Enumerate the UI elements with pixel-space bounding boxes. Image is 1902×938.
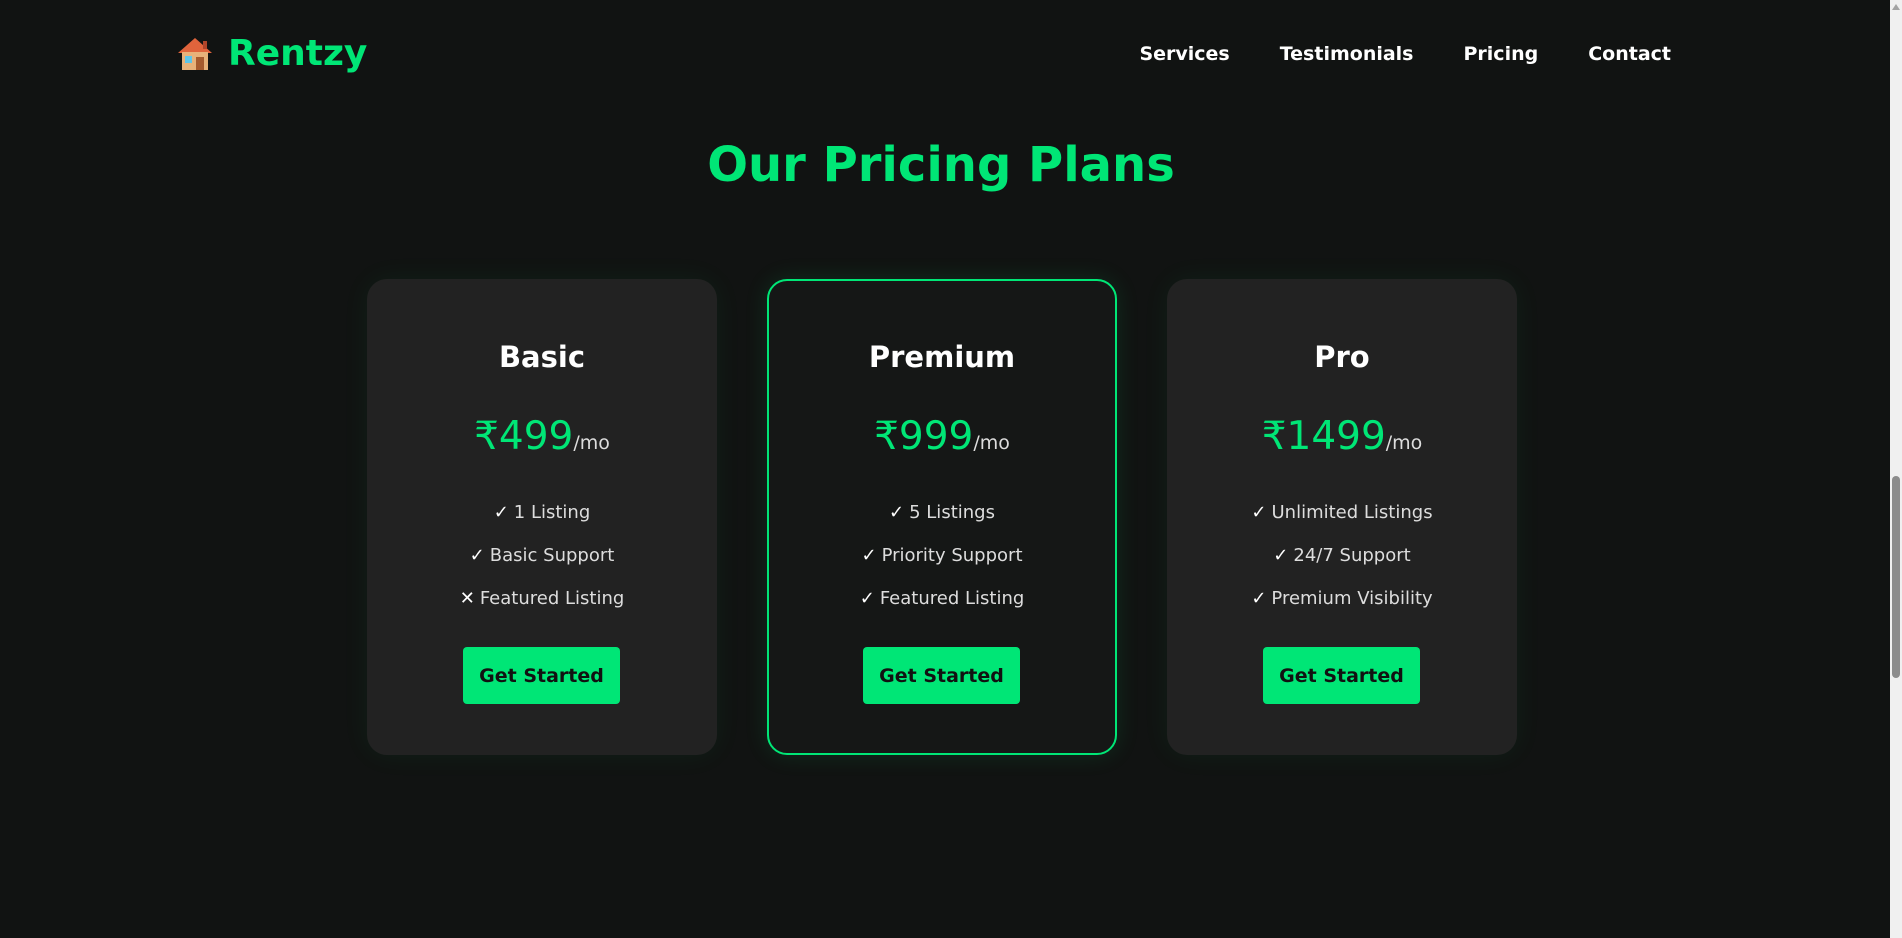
feature-item: ✓ 24/7 Support <box>1167 534 1517 577</box>
plan-card-pro: Pro ₹1499/mo ✓ Unlimited Listings ✓ 24/7 S… <box>1167 279 1517 755</box>
plan-price: ₹999 <box>874 414 974 459</box>
plan-period: /mo <box>1385 432 1423 454</box>
scrollbar-thumb[interactable] <box>1892 476 1900 678</box>
cross-icon: ✕ <box>459 588 475 609</box>
feature-item: ✓ Unlimited Listings <box>1167 491 1517 534</box>
plan-price: ₹1499 <box>1261 414 1386 459</box>
check-icon: ✓ <box>493 502 509 523</box>
feature-item: ✓ Featured Listing <box>769 577 1115 620</box>
pricing-cards: Basic ₹499/mo ✓ 1 Listing ✓ Basic Support … <box>367 279 1517 755</box>
get-started-button-basic[interactable]: Get Started <box>463 647 620 704</box>
plan-name: Premium <box>868 340 1016 374</box>
check-icon: ✓ <box>889 502 905 523</box>
navbar: Rentzy Services Testimonials Pricing Con… <box>0 0 1890 108</box>
feature-item: ✓ Basic Support <box>367 534 717 577</box>
page: Rentzy Services Testimonials Pricing Con… <box>0 0 1902 938</box>
feature-text: Basic Support <box>489 545 615 566</box>
get-started-button-premium[interactable]: Get Started <box>863 647 1020 704</box>
feature-item: ✓ 1 Listing <box>367 491 717 534</box>
house-icon <box>176 35 214 73</box>
check-icon: ✓ <box>469 545 485 566</box>
plan-price: ₹499 <box>474 414 574 459</box>
vertical-scrollbar[interactable] <box>1890 0 1902 938</box>
feature-text: Unlimited Listings <box>1271 502 1433 523</box>
get-started-button-pro[interactable]: Get Started <box>1263 647 1420 704</box>
scroll-up-arrow-icon[interactable] <box>1892 4 1900 10</box>
feature-item: ✓ Premium Visibility <box>1167 577 1517 620</box>
price-row: ₹999/mo <box>769 411 1115 470</box>
check-icon: ✓ <box>1251 502 1267 523</box>
feature-text: Premium Visibility <box>1271 588 1433 609</box>
plan-period: /mo <box>973 432 1010 454</box>
plan-period: /mo <box>573 432 610 454</box>
feature-item: ✓ 5 Listings <box>769 491 1115 534</box>
plan-name: Pro <box>1314 340 1370 374</box>
feature-item: ✓ Priority Support <box>769 534 1115 577</box>
feature-text: Featured Listing <box>479 588 625 609</box>
section-title: Our Pricing Plans <box>707 137 1175 193</box>
check-icon: ✓ <box>1251 588 1267 609</box>
nav-link-testimonials[interactable]: Testimonials <box>1280 38 1414 70</box>
check-icon: ✓ <box>1273 545 1289 566</box>
plan-name: Basic <box>498 340 586 374</box>
feature-text: Featured Listing <box>879 588 1025 609</box>
feature-text: 1 Listing <box>513 502 591 523</box>
feature-list: ✓ 1 Listing ✓ Basic Support ✕ Featured List… <box>367 491 717 620</box>
price-row: ₹499/mo <box>367 411 717 470</box>
check-icon: ✓ <box>861 545 877 566</box>
feature-text: 5 Listings <box>909 502 995 523</box>
nav-link-contact[interactable]: Contact <box>1588 38 1671 70</box>
brand-name: Rentzy <box>228 33 368 74</box>
nav-link-pricing[interactable]: Pricing <box>1464 38 1539 70</box>
price-row: ₹1499/mo <box>1167 411 1517 470</box>
brand-logo-link[interactable]: Rentzy <box>176 30 367 78</box>
check-icon: ✓ <box>859 588 875 609</box>
plan-card-basic: Basic ₹499/mo ✓ 1 Listing ✓ Basic Support … <box>367 279 717 755</box>
feature-text: Priority Support <box>881 545 1023 566</box>
feature-item: ✕ Featured Listing <box>367 577 717 620</box>
plan-card-premium: Premium ₹999/mo ✓ 5 Listings ✓ Priority Su… <box>767 279 1117 755</box>
feature-list: ✓ 5 Listings ✓ Priority Support ✓ Featured … <box>769 491 1115 620</box>
feature-list: ✓ Unlimited Listings ✓ 24/7 Support ✓ Premi… <box>1167 491 1517 620</box>
feature-text: 24/7 Support <box>1293 545 1411 566</box>
nav-links: Services Testimonials Pricing Contact <box>1139 38 1671 70</box>
nav-link-services[interactable]: Services <box>1139 38 1229 70</box>
